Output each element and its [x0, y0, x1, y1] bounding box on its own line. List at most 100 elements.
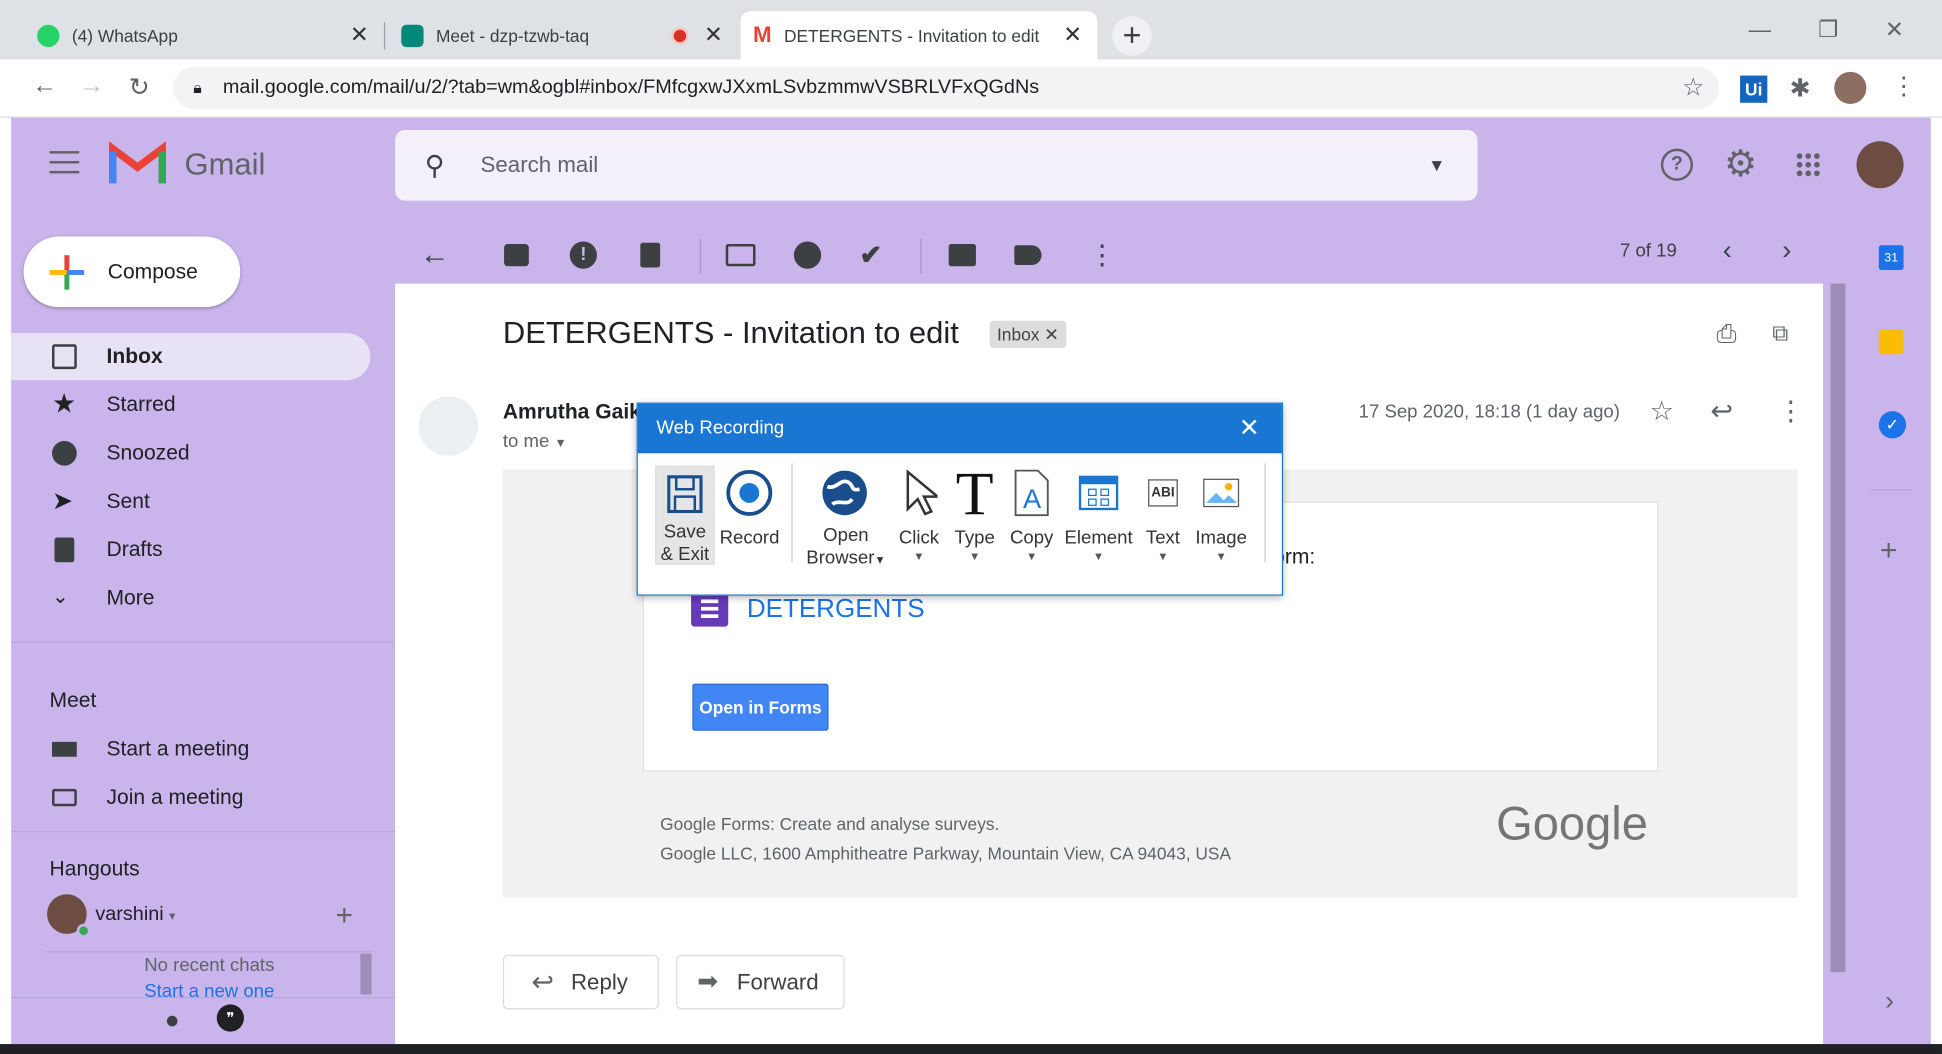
back-icon[interactable]: ←: [32, 72, 57, 100]
start-meeting-link[interactable]: Start a meeting: [11, 726, 370, 773]
nav-more[interactable]: ⌄ More: [11, 575, 370, 622]
dialog-title: Web Recording: [656, 417, 785, 439]
form-title-link[interactable]: DETERGENTS: [747, 594, 925, 624]
caret-down-icon: ▼: [874, 553, 886, 566]
type-button[interactable]: T Type ▼: [947, 458, 1001, 562]
back-to-inbox-icon[interactable]: ←: [420, 240, 450, 270]
tool-label: Type: [954, 527, 995, 549]
close-icon[interactable]: ✕: [1060, 22, 1085, 48]
forward-button[interactable]: ➡ Forward: [676, 954, 845, 1010]
hangouts-icon[interactable]: ❞: [216, 1004, 244, 1032]
globe-icon: [803, 466, 890, 520]
nav-drafts[interactable]: Drafts: [11, 526, 370, 573]
url-bar[interactable]: 🔒︎ mail.google.com/mail/u/2/?tab=wm&ogbl…: [173, 66, 1720, 109]
apps-grid-icon[interactable]: [1796, 152, 1821, 177]
contacts-person-icon[interactable]: ●: [165, 1007, 180, 1035]
open-new-window-icon[interactable]: ⧉: [1772, 321, 1788, 347]
star-message-icon[interactable]: ☆: [1650, 395, 1674, 427]
search-options-icon[interactable]: ▼: [1428, 130, 1445, 201]
reply-button[interactable]: ↩ Reply: [502, 954, 659, 1010]
new-tab-button[interactable]: +: [1112, 16, 1152, 56]
close-icon[interactable]: ✕: [701, 22, 726, 48]
text-button[interactable]: ABI Text ▼: [1138, 466, 1188, 562]
restore-icon[interactable]: ❐: [1818, 17, 1838, 43]
tab-gmail[interactable]: M DETERGENTS - Invitation to edit ✕: [740, 11, 1098, 60]
save-icon: [656, 467, 713, 521]
send-icon: ➤: [52, 487, 73, 516]
inbox-label-chip[interactable]: Inbox ✕: [989, 320, 1067, 349]
dialog-close-icon[interactable]: ✕: [1239, 404, 1260, 454]
keep-icon[interactable]: [1878, 329, 1904, 355]
nav-sent[interactable]: ➤ Sent: [11, 478, 370, 525]
click-button[interactable]: Click ▼: [892, 466, 946, 562]
remove-label-icon[interactable]: ✕: [1044, 324, 1059, 344]
delete-trash-icon[interactable]: [640, 242, 661, 268]
reply-arrow-icon[interactable]: ↩: [1710, 395, 1733, 427]
nav-label: Snoozed: [106, 440, 190, 465]
recipient-details[interactable]: to me ▼: [503, 431, 567, 452]
move-to-icon[interactable]: [948, 243, 976, 267]
label-icon[interactable]: [1014, 245, 1042, 266]
join-meeting-link[interactable]: Join a meeting: [11, 774, 370, 821]
report-spam-icon[interactable]: !: [569, 241, 597, 269]
message-scrollbar[interactable]: [1830, 283, 1846, 973]
save-exit-button[interactable]: Save & Exit: [655, 465, 715, 565]
search-placeholder: Search mail: [480, 152, 599, 178]
image-icon: [1190, 466, 1252, 520]
window-close-icon[interactable]: ✕: [1885, 17, 1904, 43]
nav-inbox[interactable]: Inbox: [11, 333, 371, 381]
extensions-icon[interactable]: ✱: [1790, 73, 1811, 104]
search-icon[interactable]: ⚲: [425, 130, 445, 201]
element-button[interactable]: Element ▼: [1061, 466, 1135, 562]
image-button[interactable]: Image ▼: [1190, 466, 1252, 562]
bookmark-star-icon[interactable]: ☆: [1682, 67, 1704, 109]
sender-name[interactable]: Amrutha Gaik: [503, 400, 641, 425]
nav-snoozed[interactable]: Snoozed: [11, 430, 370, 477]
tab-whatsapp[interactable]: (4) WhatsApp ✕: [25, 11, 384, 59]
type-icon: T: [955, 458, 994, 528]
snooze-clock-icon[interactable]: [793, 241, 822, 269]
more-actions-icon[interactable]: ⋮: [1089, 241, 1116, 269]
more-options-icon[interactable]: ⋮: [1777, 395, 1804, 427]
meet-icon: [401, 24, 424, 47]
profile-avatar[interactable]: [1834, 71, 1867, 105]
show-side-panel-chevron-icon[interactable]: ›: [1885, 985, 1894, 1017]
forward-icon[interactable]: →: [79, 72, 104, 100]
calendar-icon[interactable]: 31: [1878, 245, 1904, 270]
nav-starred[interactable]: ★ Starred: [11, 381, 370, 428]
open-browser-button[interactable]: Open Browser▼: [803, 466, 890, 571]
save-exit-label: Save & Exit: [660, 521, 710, 565]
divider: [920, 239, 922, 274]
record-button[interactable]: Record: [720, 466, 779, 550]
minimize-icon[interactable]: —: [1749, 17, 1771, 43]
email-date: 17 Sep 2020, 18:18 (1 day ago): [1358, 401, 1620, 423]
settings-gear-icon[interactable]: ⚙: [1724, 142, 1757, 185]
newer-chevron-left-icon[interactable]: ‹: [1723, 234, 1732, 266]
compose-button[interactable]: Compose: [23, 236, 241, 308]
copy-button[interactable]: A Copy ▼: [1004, 466, 1058, 562]
tool-label: Open Browser▼: [803, 525, 890, 571]
message-view: ← ! ✔ ⋮ 7 of 19 ‹ › DETERGENTS - Invitat…: [395, 214, 1846, 1045]
help-icon[interactable]: ?: [1660, 148, 1694, 181]
tasks-icon[interactable]: ✓: [1878, 411, 1907, 439]
tool-label: Element: [1064, 527, 1133, 549]
menu-kebab-icon[interactable]: ⋮: [1891, 71, 1916, 102]
hangouts-user-name[interactable]: varshini ▾: [95, 904, 175, 926]
archive-icon[interactable]: [504, 243, 529, 267]
search-input[interactable]: ⚲ Search mail ▼: [395, 130, 1478, 201]
get-addons-plus-icon[interactable]: +: [1880, 534, 1897, 569]
web-recording-dialog: Web Recording ✕ Save & Exit Record Open …: [636, 402, 1284, 596]
account-avatar[interactable]: [1856, 141, 1904, 189]
reload-icon[interactable]: ↻: [129, 72, 150, 103]
scrollbar[interactable]: [360, 953, 372, 995]
open-in-forms-button[interactable]: Open in Forms: [692, 683, 829, 731]
print-icon[interactable]: ⎙: [1717, 321, 1737, 349]
mark-unread-icon[interactable]: [725, 243, 756, 267]
main-menu-icon[interactable]: [49, 151, 80, 176]
close-icon[interactable]: ✕: [347, 22, 372, 48]
tab-meet[interactable]: Meet - dzp-tzwb-taq ✕: [389, 11, 738, 59]
add-to-tasks-icon[interactable]: ✔: [860, 241, 887, 269]
add-chat-icon[interactable]: +: [336, 899, 353, 934]
uipath-extension-icon[interactable]: Ui: [1740, 75, 1768, 103]
older-chevron-right-icon[interactable]: ›: [1782, 234, 1791, 266]
